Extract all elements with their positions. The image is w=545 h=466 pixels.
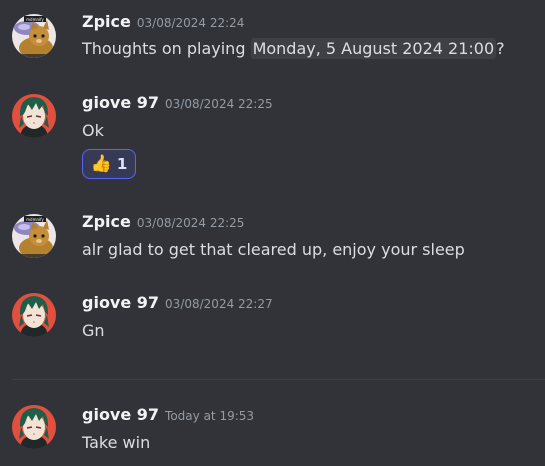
timestamp[interactable]: Today at 19:53 bbox=[165, 409, 254, 423]
avatar-badge-text: mdmnify bbox=[26, 17, 44, 22]
timestamp[interactable]: 03/08/2024 22:24 bbox=[137, 16, 245, 30]
username[interactable]: giove 97 bbox=[82, 293, 159, 312]
message-content: Take win bbox=[82, 433, 150, 452]
reaction-count: 1 bbox=[116, 155, 128, 173]
cat-avatar-icon: mdmnify bbox=[12, 14, 56, 58]
reaction-button[interactable]: 👍 1 bbox=[82, 149, 136, 179]
message-text: Ok bbox=[82, 121, 104, 140]
message-header: Zpice 03/08/2024 22:24 bbox=[82, 12, 244, 31]
username[interactable]: Zpice bbox=[82, 212, 131, 231]
anime-character-avatar-icon bbox=[12, 94, 56, 138]
message-content: alr glad to get that cleared up, enjoy y… bbox=[82, 240, 465, 259]
message-text: Take win bbox=[82, 433, 151, 452]
message-text: Gn bbox=[82, 321, 105, 340]
message-group: giove 97 03/08/2024 22:25 Ok 👍 1 bbox=[0, 88, 545, 192]
zpice-avatar[interactable]: mdmnify bbox=[12, 14, 56, 58]
message-group: mdmnify Zpice 03/08/2024 22:25 alr glad t… bbox=[0, 200, 545, 272]
message-header: giove 97 03/08/2024 22:25 bbox=[82, 93, 273, 112]
message-header: giove 97 03/08/2024 22:27 bbox=[82, 293, 273, 312]
message-header: Zpice 03/08/2024 22:25 bbox=[82, 212, 244, 231]
username[interactable]: giove 97 bbox=[82, 93, 159, 112]
zpice-avatar[interactable]: mdmnify bbox=[12, 214, 56, 258]
giove-avatar[interactable] bbox=[12, 405, 56, 449]
username[interactable]: Zpice bbox=[82, 12, 131, 31]
message-content: Thoughts on playing Monday, 5 August 202… bbox=[82, 38, 505, 59]
message-text: Thoughts on playing bbox=[82, 39, 251, 58]
anime-character-avatar-icon bbox=[12, 405, 56, 449]
avatar-badge-text: mdmnify bbox=[26, 217, 44, 222]
username[interactable]: giove 97 bbox=[82, 405, 159, 424]
message-group: mdmnify Zpice 03/08/2024 22:24 Thoughts o… bbox=[0, 0, 545, 80]
anime-character-avatar-icon bbox=[12, 293, 56, 337]
message-header: giove 97 Today at 19:53 bbox=[82, 405, 254, 424]
timestamp[interactable]: 03/08/2024 22:27 bbox=[165, 297, 273, 311]
giove-avatar[interactable] bbox=[12, 94, 56, 138]
timestamp[interactable]: 03/08/2024 22:25 bbox=[165, 97, 273, 111]
message-group: giove 97 03/08/2024 22:27 Gn bbox=[0, 285, 545, 355]
timestamp[interactable]: 03/08/2024 22:25 bbox=[137, 216, 245, 230]
message-content: Gn bbox=[82, 321, 105, 340]
giove-avatar[interactable] bbox=[12, 293, 56, 337]
message-text: ? bbox=[496, 39, 505, 58]
cat-avatar-icon: mdmnify bbox=[12, 214, 56, 258]
message-divider bbox=[12, 379, 545, 380]
message-text: alr glad to get that cleared up, enjoy y… bbox=[82, 240, 465, 259]
thumbs-up-icon: 👍 bbox=[90, 153, 112, 174]
timestamp-mention[interactable]: Monday, 5 August 2024 21:00 bbox=[250, 38, 497, 59]
message-content: Ok bbox=[82, 121, 104, 140]
message-group: giove 97 Today at 19:53 Take win bbox=[0, 397, 545, 466]
